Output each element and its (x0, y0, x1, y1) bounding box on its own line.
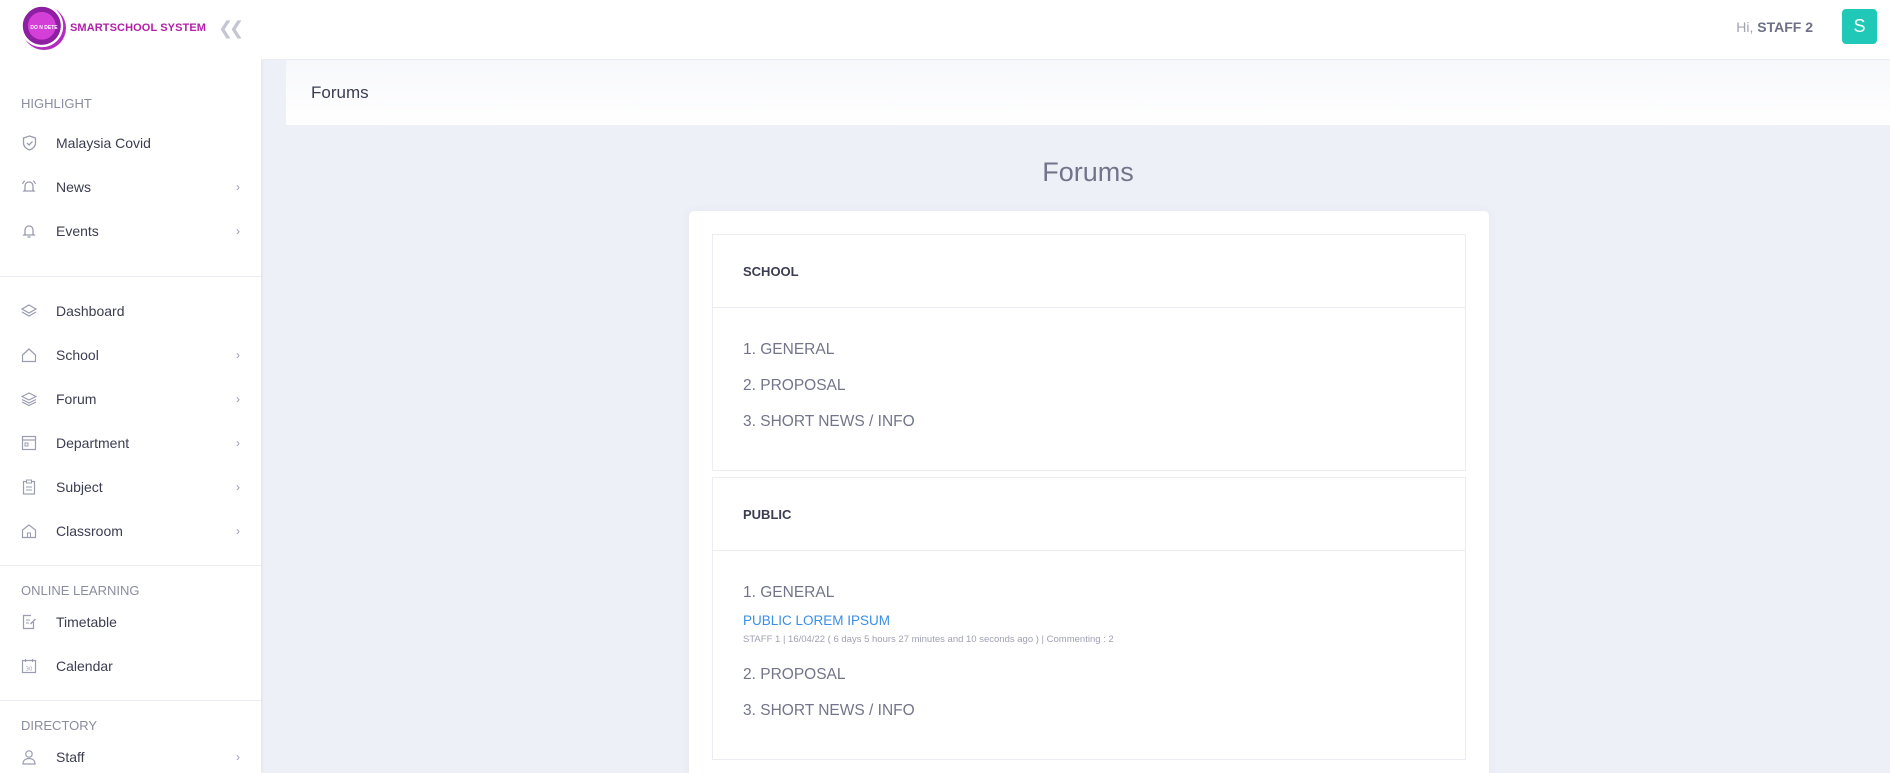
sidebar-item-label: School (56, 347, 99, 363)
home-icon (21, 347, 37, 363)
svg-text:30: 30 (26, 667, 33, 673)
shield-icon (21, 135, 37, 151)
subheader: Forums (286, 60, 1890, 125)
forum-topic-short-news[interactable]: 3. SHORT NEWS / INFO (743, 693, 1435, 729)
stack-icon (21, 391, 37, 407)
category-title: SCHOOL (713, 235, 1465, 308)
forum-topic-proposal[interactable]: 2. PROPOSAL (743, 368, 1435, 404)
sidebar-item-label: Forum (56, 391, 97, 407)
sidebar-item-label: Staff (56, 749, 85, 765)
page-title: Forums (1042, 157, 1134, 187)
forum-category-school: SCHOOL 1. GENERAL 2. PROPOSAL 3. SHORT N… (712, 234, 1466, 471)
sidebar-item-label: Calendar (56, 658, 113, 674)
building-icon (21, 523, 37, 539)
chevron-right-icon: › (236, 348, 240, 362)
user-name: STAFF 2 (1757, 19, 1813, 35)
avatar[interactable]: S (1842, 9, 1877, 44)
forum-category-public: PUBLIC 1. GENERAL PUBLIC LOREM IPSUM STA… (712, 477, 1466, 760)
sidebar: DO N DETE SMARTSCHOOL SYSTEM ❮❮ HIGHLIGH… (0, 0, 261, 773)
sidebar-item-label: Timetable (56, 614, 117, 630)
top-header: Hi, STAFF 2 S (261, 0, 1890, 60)
sidebar-item-label: Classroom (56, 523, 123, 539)
collapse-sidebar-icon[interactable]: ❮❮ (218, 18, 244, 39)
chevron-right-icon: › (236, 392, 240, 406)
forum-post-meta: STAFF 1 | 16/04/22 ( 6 days 5 hours 27 m… (743, 634, 1114, 645)
sidebar-item-timetable[interactable]: Timetable (0, 600, 261, 644)
logo-text: DO N DETE (30, 25, 58, 31)
sidebar-item-label: Dashboard (56, 303, 125, 319)
school-logo-icon[interactable]: DO N DETE (22, 6, 66, 50)
forum-topic-general[interactable]: 1. GENERAL (743, 332, 1435, 368)
sidebar-item-forum[interactable]: Forum › (0, 377, 261, 421)
sidebar-item-events[interactable]: Events › (0, 209, 261, 253)
bell-icon (21, 223, 37, 239)
chevron-right-icon: › (236, 480, 240, 494)
user-icon (21, 749, 37, 765)
chevron-right-icon: › (236, 524, 240, 538)
chevron-right-icon: › (236, 436, 240, 450)
forum-topic-general[interactable]: 1. GENERAL (743, 575, 1435, 611)
forum-card: SCHOOL 1. GENERAL 2. PROPOSAL 3. SHORT N… (689, 211, 1489, 773)
sidebar-item-classroom[interactable]: Classroom › (0, 509, 261, 553)
sidebar-item-label: Subject (56, 479, 103, 495)
calendar-grid-icon (21, 435, 37, 451)
brand-name: SMARTSCHOOL SYSTEM (70, 22, 207, 34)
sidebar-item-staff[interactable]: Staff › (0, 735, 261, 773)
edit-note-icon (21, 614, 37, 630)
category-body: 1. GENERAL PUBLIC LOREM IPSUM STAFF 1 | … (713, 551, 1465, 759)
sidebar-item-label: Malaysia Covid (56, 135, 151, 151)
sidebar-item-school[interactable]: School › (0, 333, 261, 377)
sidebar-item-subject[interactable]: Subject › (0, 465, 261, 509)
section-title-online-learning: ONLINE LEARNING (21, 583, 140, 598)
greeting-text: Hi, (1736, 19, 1754, 35)
sidebar-item-dashboard[interactable]: Dashboard (0, 289, 261, 333)
brand: DO N DETE SMARTSCHOOL SYSTEM ❮❮ (0, 0, 261, 56)
page-heading: Forums (0, 157, 1890, 188)
section-title-highlight: HIGHLIGHT (21, 96, 92, 111)
clipboard-icon (21, 479, 37, 495)
forum-topic-short-news[interactable]: 3. SHORT NEWS / INFO (743, 404, 1435, 440)
forum-topic-proposal[interactable]: 2. PROPOSAL (743, 657, 1435, 693)
layers-icon (21, 303, 37, 319)
subheader-title: Forums (311, 83, 369, 102)
chevron-right-icon: › (236, 224, 240, 238)
category-body: 1. GENERAL 2. PROPOSAL 3. SHORT NEWS / I… (713, 308, 1465, 470)
sidebar-item-department[interactable]: Department › (0, 421, 261, 465)
forum-post-link[interactable]: PUBLIC LOREM IPSUM (743, 613, 1435, 628)
category-title: PUBLIC (713, 478, 1465, 551)
sidebar-item-calendar[interactable]: 30 Calendar (0, 644, 261, 688)
chevron-right-icon: › (236, 750, 240, 764)
section-title-directory: DIRECTORY (21, 718, 98, 733)
user-greeting[interactable]: Hi, STAFF 2 (1736, 19, 1813, 35)
sidebar-item-label: Events (56, 223, 99, 239)
calendar-icon: 30 (21, 658, 37, 674)
sidebar-item-label: Department (56, 435, 130, 451)
